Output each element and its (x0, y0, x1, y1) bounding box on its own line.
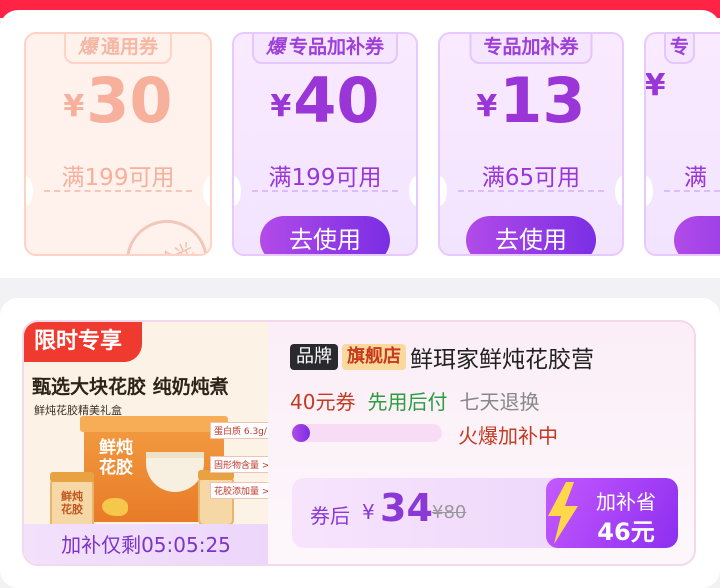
coupon-tag: 爆专品加补券 (251, 34, 399, 64)
product-image[interactable]: 限时专享 甄选大块花胶 纯奶炖煮 鲜炖花胶精美礼盒 鲜炖花胶 鲜炖花胶 蛋白质 … (24, 322, 268, 564)
flagship-store-badge: 旗舰店 (342, 344, 406, 370)
savings-label: 加补省 (596, 490, 656, 514)
currency-symbol: ¥ (644, 68, 666, 103)
use-coupon-button[interactable]: 去使用 (466, 216, 596, 254)
coupon-divider (664, 190, 720, 192)
subsidy-progress-fill (292, 424, 310, 442)
coupon-card-used: 爆通用券 ¥30 满199可用 已抢光 (24, 32, 212, 256)
bowl-illustration (146, 452, 204, 492)
coupon-carousel[interactable]: 爆通用券 ¥30 满199可用 已抢光 爆专品加补券 ¥40 满199可用 去使… (0, 10, 720, 278)
coupon-tag-text: 40元券 (290, 390, 356, 414)
return-policy-tag: 七天退换 (459, 390, 540, 414)
title-row: 品牌 旗舰店 鲜珥家鲜炖花胶营 (290, 340, 594, 373)
coupon-card-partial: 专 ¥ 满 (644, 32, 720, 256)
coupon-tag: 爆通用券 (63, 34, 173, 64)
service-tags: 40元券 先用后付 七天退换 (290, 386, 551, 415)
coupon-amount: ¥ (644, 68, 720, 105)
coupon-tag-label: 专 (670, 36, 690, 58)
product-info: 品牌 旗舰店 鲜珥家鲜炖花胶营 40元券 先用后付 七天退换 火爆加补中 券后 ¥ 34… (290, 322, 694, 564)
jar-label: 鲜炖花胶 (61, 490, 83, 516)
lightning-icon (548, 482, 578, 544)
use-coupon-button[interactable]: 去使用 (260, 216, 390, 254)
nutrition-chip: 固形物含量 >20% (210, 456, 268, 473)
savings-amount: 46元 (597, 518, 655, 546)
nutrition-chip: 花胶添加量 >22%/瓶 (210, 482, 268, 499)
coupon-value: 30 (86, 64, 173, 137)
coupon-tag-label: 专品加补券 (483, 36, 579, 58)
use-coupon-button[interactable] (674, 216, 720, 254)
price-box[interactable]: 券后 ¥ 34 ¥80 加补省 46元 (292, 478, 678, 548)
jar-cap (50, 472, 94, 482)
coupon-card: 爆专品加补券 ¥40 满199可用 去使用 (232, 32, 418, 256)
final-price: 34 (380, 486, 433, 530)
gift-box-label: 鲜炖花胶 (99, 438, 133, 478)
product-card[interactable]: 限时专享 甄选大块花胶 纯奶炖煮 鲜炖花胶精美礼盒 鲜炖花胶 鲜炖花胶 蛋白质 … (22, 320, 696, 566)
pay-later-tag: 先用后付 (367, 390, 448, 414)
coupon-condition: 满199可用 (268, 165, 382, 191)
coupon-card: 专品加补券 ¥13 满65可用 去使用 (438, 32, 624, 256)
coupon-tag: 专 (664, 34, 696, 64)
hot-badge-icon: 爆 (77, 36, 97, 58)
nutrition-chip: 蛋白质 6.3g/100g (210, 422, 268, 439)
currency-symbol: ¥ (476, 89, 498, 124)
coupon-amount: ¥30 (26, 68, 210, 134)
currency-symbol: ¥ (63, 89, 85, 124)
coupon-condition: 满65可用 (481, 165, 581, 191)
coupon-notch (646, 176, 653, 206)
coupon-value: 13 (499, 64, 586, 137)
coupon-amount: ¥40 (234, 68, 416, 134)
after-coupon-label: 券后 (310, 504, 350, 528)
coupon-amount: ¥13 (440, 68, 622, 134)
subsidy-progress-text: 火爆加补中 (458, 424, 558, 448)
brand-badge: 品牌 (290, 344, 338, 370)
currency-symbol: ¥ (362, 500, 375, 524)
coupon-condition: 满 (684, 165, 707, 191)
currency-symbol: ¥ (270, 89, 292, 124)
subsidy-progress-bar (292, 424, 442, 442)
flower-illustration (102, 498, 128, 516)
product-section: 限时专享 甄选大块花胶 纯奶炖煮 鲜炖花胶精美礼盒 鲜炖花胶 鲜炖花胶 蛋白质 … (0, 298, 720, 588)
coupon-tag-label: 通用券 (101, 36, 159, 58)
subsidy-countdown: 加补仅剩05:05:25 (24, 524, 268, 564)
sold-out-stamp: 已抢光 (112, 206, 210, 254)
limited-offer-badge: 限时专享 (24, 322, 142, 362)
coupon-tag: 专品加补券 (469, 34, 593, 64)
coupon-condition: 满199可用 (61, 165, 175, 191)
coupon-tag-label: 专品加补券 (289, 36, 385, 58)
product-title[interactable]: 鲜珥家鲜炖花胶营 (410, 340, 594, 374)
coupon-divider (458, 190, 604, 192)
gift-box-lid (80, 416, 228, 432)
image-headline: 甄选大块花胶 纯奶炖煮 (32, 376, 229, 398)
coupon-value: 40 (293, 64, 380, 137)
original-price: ¥80 (432, 502, 467, 523)
coupon-divider (252, 190, 398, 192)
hot-badge-icon: 爆 (265, 36, 285, 58)
coupon-divider (44, 190, 192, 192)
